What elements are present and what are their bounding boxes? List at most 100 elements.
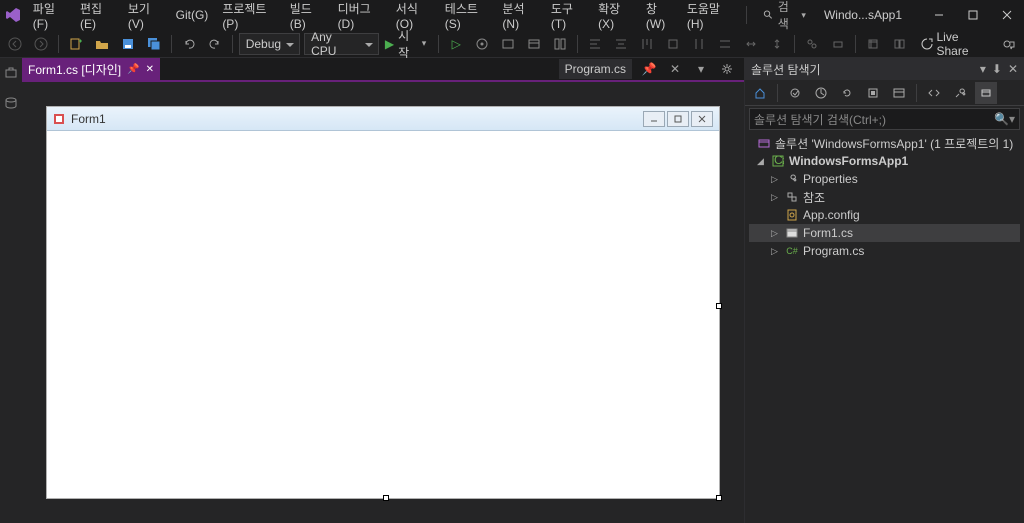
designer-surface[interactable]: Form1 [22,82,744,523]
home-icon[interactable] [749,82,771,104]
panel-dropdown-icon[interactable]: ▾ [980,62,986,76]
tree-project[interactable]: ◢ C# WindowsFormsApp1 [749,152,1020,170]
tool-button-2[interactable] [523,33,545,55]
vs-logo-icon [0,0,26,30]
tree-properties[interactable]: ▷ Properties [749,170,1020,188]
feedback-icon[interactable] [998,33,1020,55]
show-all-icon[interactable] [888,82,910,104]
search-box[interactable]: 검색 ▾ [755,0,814,32]
refresh-icon[interactable] [836,82,858,104]
misc-button-2[interactable] [827,33,849,55]
align-button-6[interactable] [714,33,736,55]
resize-handle-e[interactable] [716,303,722,309]
align-button-4[interactable] [662,33,684,55]
tool-button-3[interactable] [549,33,571,55]
start-no-debug-button[interactable]: ▷ [445,33,467,55]
form-close-button[interactable] [691,111,713,127]
form-maximize-button[interactable] [667,111,689,127]
menu-format[interactable]: 서식(O) [389,2,438,28]
save-all-button[interactable] [143,33,165,55]
menu-edit[interactable]: 편집(E) [73,2,121,28]
expander-icon[interactable]: ◢ [757,156,767,167]
search-placeholder: 솔루션 탐색기 검색(Ctrl+;) [754,111,886,128]
space-button-1[interactable] [740,33,762,55]
step-button[interactable] [471,33,493,55]
panel-close-icon[interactable]: ✕ [1008,62,1018,76]
menu-test[interactable]: 테스트(S) [438,2,496,28]
tree-solution-root[interactable]: 솔루션 'WindowsFormsApp1' (1 프로젝트의 1) [749,134,1020,152]
form-file-icon [785,227,799,239]
expander-icon[interactable]: ▷ [771,174,781,185]
expander-icon[interactable]: ▷ [771,246,781,257]
form-minimize-button[interactable] [643,111,665,127]
form-window[interactable]: Form1 [46,106,720,499]
platform-dropdown[interactable]: Any CPU [304,33,379,55]
resize-handle-se[interactable] [716,495,722,501]
menu-tools[interactable]: 도구(T) [544,2,591,28]
menu-extensions[interactable]: 확장(X) [591,2,639,28]
tab-dropdown-icon[interactable]: ▾ [690,58,712,80]
align-button-1[interactable] [584,33,606,55]
pt-icon-3[interactable] [862,82,884,104]
tab-gear-icon[interactable] [716,58,738,80]
tab-label: Program.cs [565,62,626,76]
misc-button-3[interactable] [862,33,884,55]
nav-fwd-button[interactable] [30,33,52,55]
toolbox-icon[interactable] [0,62,22,84]
tree-form1[interactable]: ▷ Form1.cs [749,224,1020,242]
pin-icon[interactable]: 📌 [127,64,139,75]
redo-button[interactable] [204,33,226,55]
tab-pin-icon[interactable]: 📌 [638,58,660,80]
datasources-icon[interactable] [0,92,22,114]
tree-references[interactable]: ▷ 참조 [749,188,1020,206]
menu-view[interactable]: 보기(V) [121,2,169,28]
save-button[interactable] [117,33,139,55]
menu-analyze[interactable]: 분석(N) [495,2,543,28]
menu-debug[interactable]: 디버그(D) [331,2,389,28]
resize-handle-s[interactable] [383,495,389,501]
live-share-button[interactable]: Live Share [914,30,994,58]
tool-button-1[interactable] [497,33,519,55]
start-button[interactable]: ▶시작▾ [383,33,432,55]
align-button-2[interactable] [610,33,632,55]
minimize-button[interactable] [922,0,956,30]
new-button[interactable] [65,33,87,55]
body: Form1.cs [디자인] 📌 ✕ Program.cs 📌 ✕ ▾ [0,58,1024,523]
close-button[interactable] [990,0,1024,30]
tab-program[interactable]: Program.cs [559,59,632,79]
pt-icon-2[interactable] [810,82,832,104]
properties-icon[interactable] [949,82,971,104]
tree-program[interactable]: ▷ C# Program.cs [749,242,1020,260]
misc-button-4[interactable] [888,33,910,55]
menu-git[interactable]: Git(G) [169,2,216,28]
maximize-button[interactable] [956,0,990,30]
align-button-3[interactable] [636,33,658,55]
config-dropdown[interactable]: Debug [239,33,300,55]
menu-build[interactable]: 빌드(B) [283,2,331,28]
menu-help[interactable]: 도움말(H) [680,2,738,28]
menu-project[interactable]: 프로젝트(P) [215,2,282,28]
undo-button[interactable] [178,33,200,55]
tree-label: 솔루션 'WindowsFormsApp1' (1 프로젝트의 1) [775,135,1013,152]
menu-window[interactable]: 창(W) [639,2,680,28]
form-icon [53,113,65,125]
code-icon[interactable] [923,82,945,104]
tree-appconfig[interactable]: App.config [749,206,1020,224]
misc-button-1[interactable] [801,33,823,55]
search-icon: 🔍▾ [994,112,1015,126]
open-button[interactable] [91,33,113,55]
panel-search-input[interactable]: 솔루션 탐색기 검색(Ctrl+;) 🔍▾ [749,108,1020,130]
pt-icon-1[interactable] [784,82,806,104]
panel-header[interactable]: 솔루션 탐색기 ▾ ⬇ ✕ [745,58,1024,80]
close-icon[interactable]: ✕ [146,64,154,75]
menu-file[interactable]: 파일(F) [26,2,73,28]
space-button-2[interactable] [766,33,788,55]
panel-pin-icon[interactable]: ⬇ [992,62,1002,76]
tab-form1-design[interactable]: Form1.cs [디자인] 📌 ✕ [22,58,160,80]
pt-icon-active[interactable] [975,82,997,104]
expander-icon[interactable]: ▷ [771,192,781,203]
nav-back-button[interactable] [4,33,26,55]
align-button-5[interactable] [688,33,710,55]
expander-icon[interactable]: ▷ [771,228,781,239]
tab-close-icon[interactable]: ✕ [664,58,686,80]
